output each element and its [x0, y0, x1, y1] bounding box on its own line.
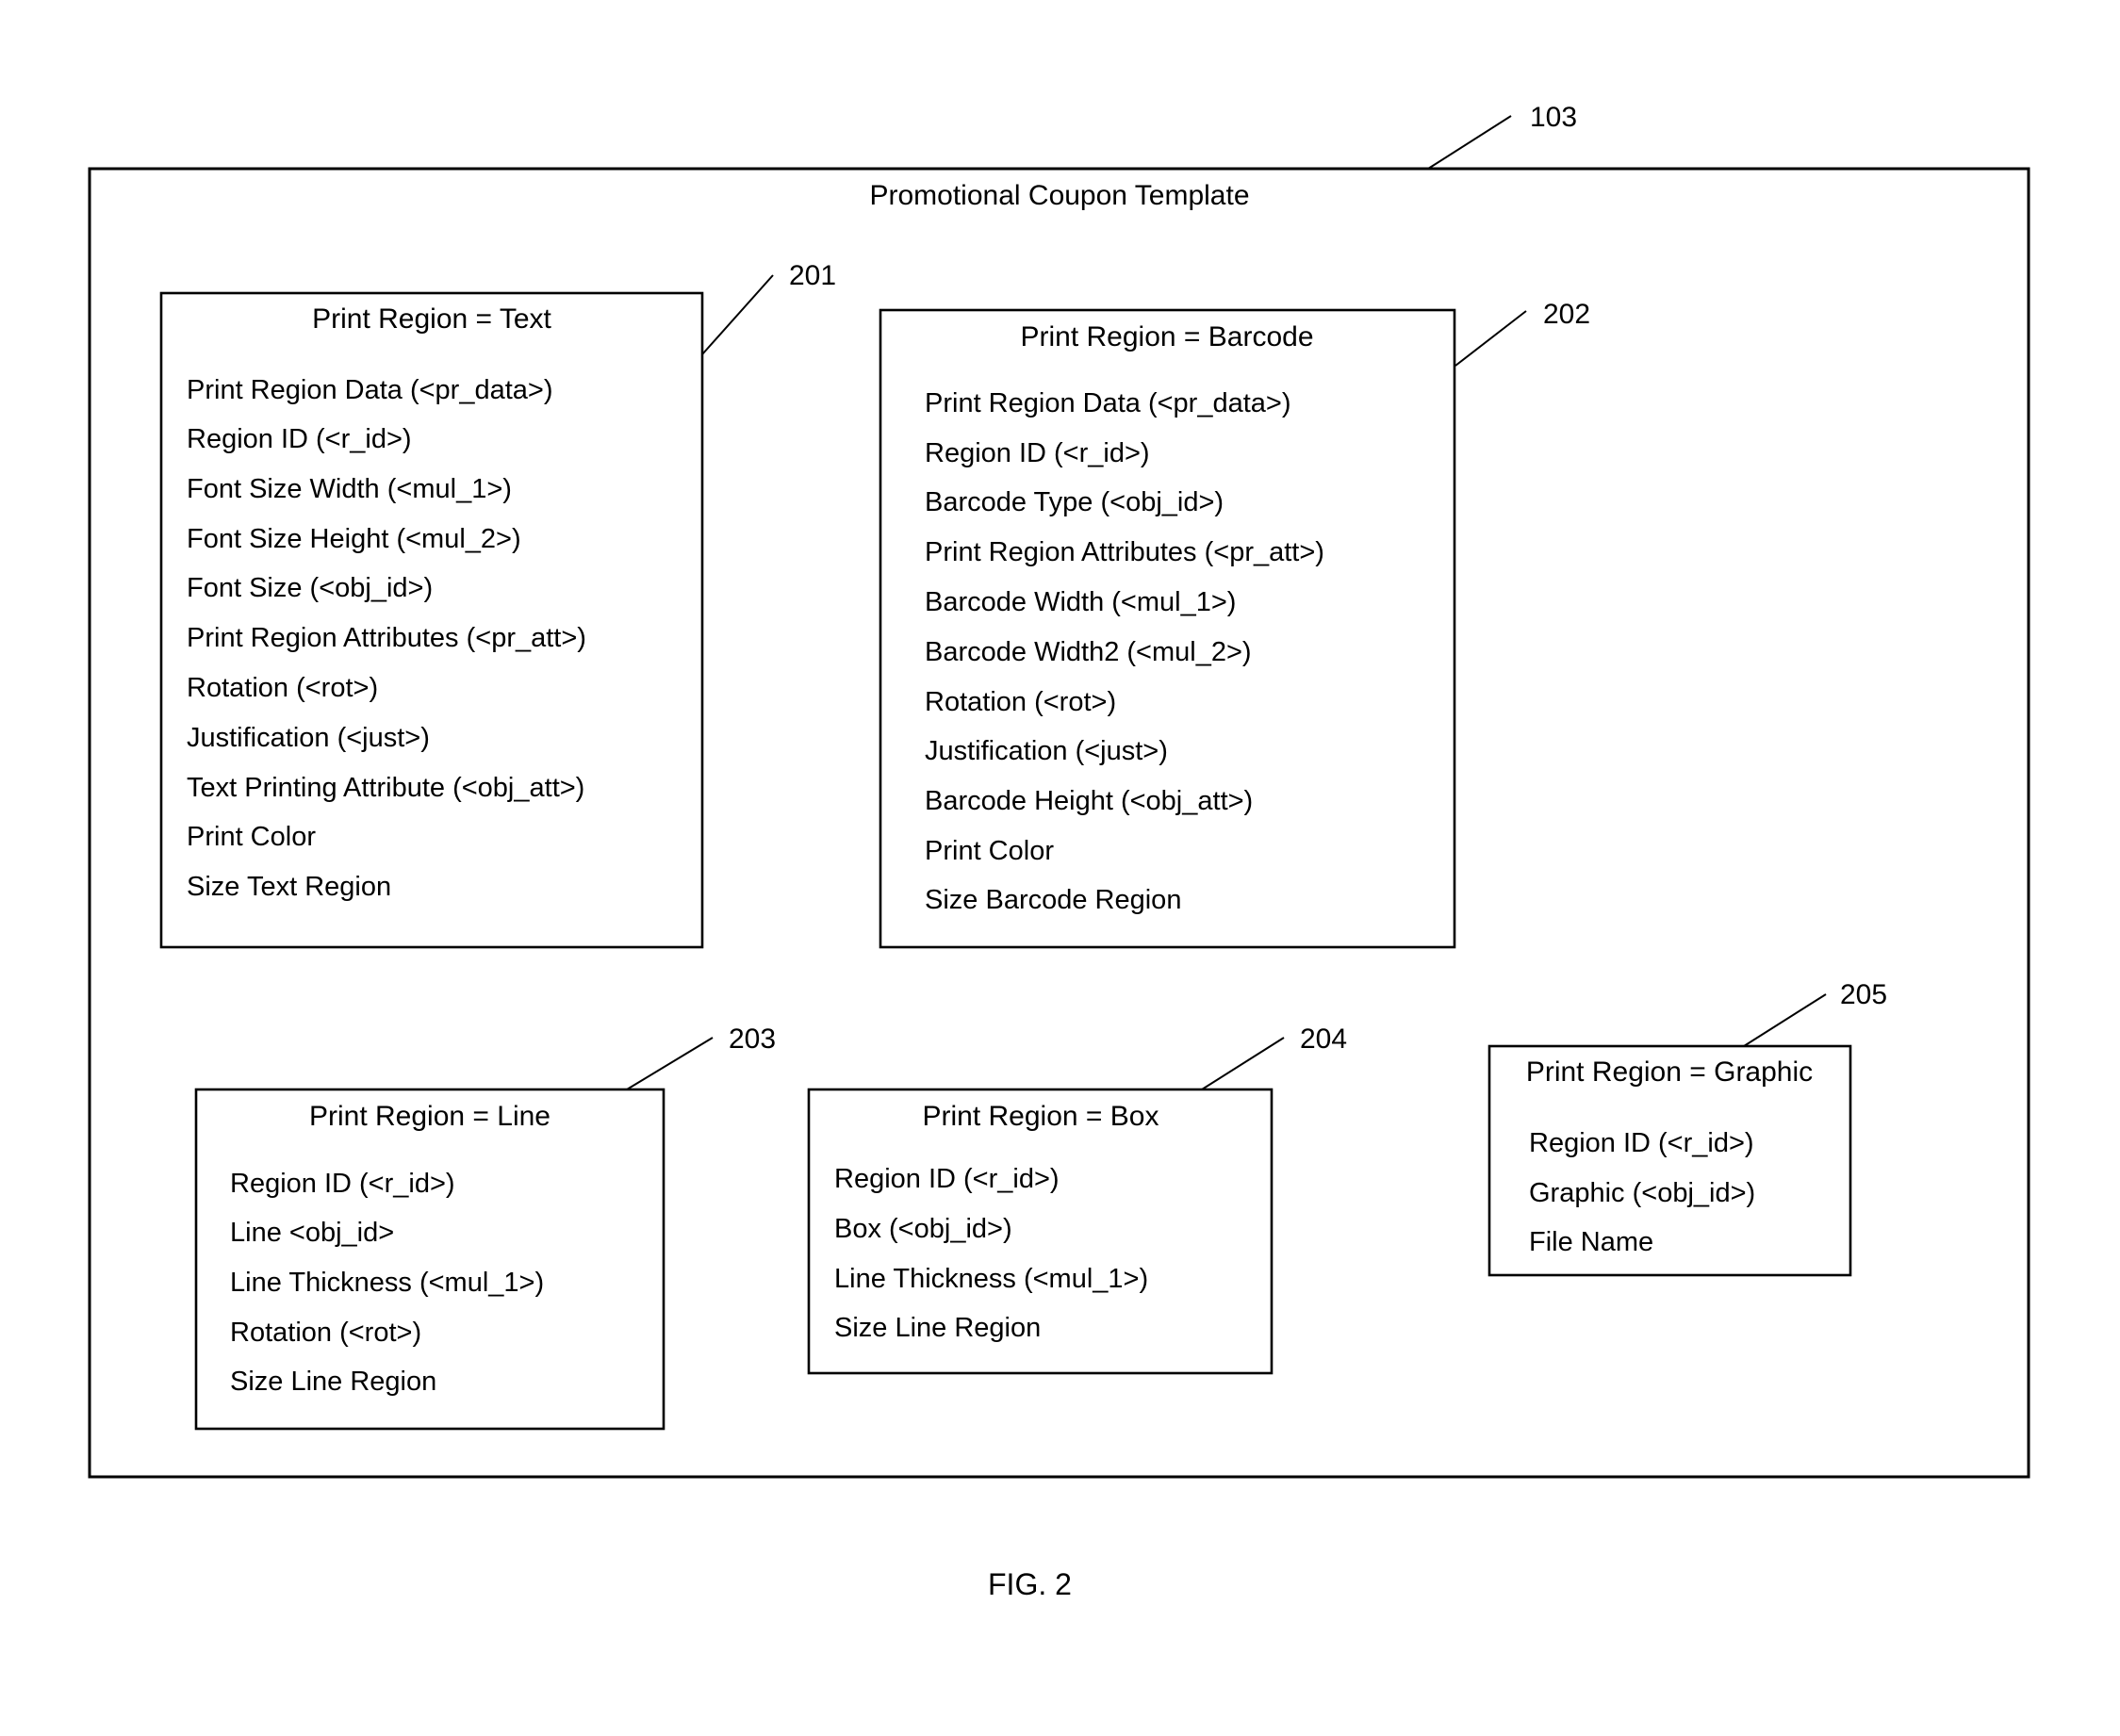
region-field: Font Size (<obj_id>)	[187, 573, 433, 603]
region-field: Region ID (<r_id>)	[1529, 1128, 1754, 1158]
coupon-template-title: Promotional Coupon Template	[869, 180, 1249, 211]
figure-caption: FIG. 2	[988, 1567, 1072, 1601]
region-field: Justification (<just>)	[187, 723, 430, 753]
region-field: Barcode Width2 (<mul_2>)	[925, 637, 1252, 667]
ref-label-103: 103	[1530, 102, 1577, 133]
region-field: Print Region Attributes (<pr_att>)	[187, 623, 586, 653]
region-field: Line <obj_id>	[230, 1218, 394, 1248]
leader-line-205	[1743, 993, 1827, 1047]
region-field: Rotation (<rot>)	[230, 1318, 421, 1348]
ref-label-203: 203	[729, 1024, 776, 1055]
region-field: Line Thickness (<mul_1>)	[230, 1268, 544, 1298]
region-field: Rotation (<rot>)	[187, 673, 378, 703]
region-field: Region ID (<r_id>)	[925, 438, 1150, 468]
region-field: Size Line Region	[834, 1313, 1041, 1343]
region-field: Print Region Attributes (<pr_att>)	[925, 537, 1324, 567]
leader-line-201	[701, 274, 774, 355]
leader-line-202	[1454, 310, 1527, 367]
leader-line-203	[626, 1037, 714, 1090]
print-region-box: 204 Print Region = Box Region ID (<r_id>…	[807, 1024, 1347, 1375]
ref-label-201: 201	[789, 260, 836, 291]
print-region-graphic: 205 Print Region = Graphic Region ID (<r…	[1487, 979, 1887, 1277]
print-region-line-title: Print Region = Line	[309, 1101, 551, 1132]
region-field: Region ID (<r_id>)	[834, 1164, 1060, 1194]
region-field: Justification (<just>)	[925, 736, 1168, 766]
region-field: Font Size Width (<mul_1>)	[187, 474, 512, 504]
leader-line-204	[1201, 1037, 1285, 1090]
patent-figure: 103 Promotional Coupon Template 201 Prin…	[88, 102, 2030, 1601]
print-region-barcode: 202 Print Region = Barcode Print Region …	[879, 299, 1590, 949]
region-field: Print Color	[187, 822, 316, 852]
region-field: Box (<obj_id>)	[834, 1214, 1012, 1244]
region-field: Barcode Height (<obj_att>)	[925, 786, 1253, 816]
region-field: Region ID (<r_id>)	[187, 424, 412, 454]
region-field: Graphic (<obj_id>)	[1529, 1178, 1755, 1208]
region-field: Barcode Width (<mul_1>)	[925, 587, 1236, 617]
region-field: Rotation (<rot>)	[925, 687, 1116, 717]
region-field: Print Region Data (<pr_data>)	[187, 375, 553, 405]
region-field: Barcode Type (<obj_id>)	[925, 487, 1224, 517]
print-region-box-title: Print Region = Box	[923, 1101, 1159, 1132]
ref-label-204: 204	[1300, 1024, 1347, 1055]
ref-label-202: 202	[1543, 299, 1590, 330]
region-field: Size Text Region	[187, 872, 391, 902]
print-region-text-title: Print Region = Text	[312, 303, 551, 335]
region-field: Font Size Height (<mul_2>)	[187, 524, 521, 554]
region-field: File Name	[1529, 1227, 1653, 1257]
region-field: Print Region Data (<pr_data>)	[925, 388, 1291, 418]
region-field: Line Thickness (<mul_1>)	[834, 1264, 1148, 1294]
region-field: Size Barcode Region	[925, 885, 1181, 915]
print-region-graphic-title: Print Region = Graphic	[1526, 1056, 1813, 1088]
region-field: Size Line Region	[230, 1367, 436, 1397]
print-region-barcode-title: Print Region = Barcode	[1020, 321, 1313, 352]
print-region-text: 201 Print Region = Text Print Region Dat…	[159, 260, 836, 949]
region-field: Print Color	[925, 836, 1054, 866]
print-region-line: 203 Print Region = Line Region ID (<r_id…	[194, 1024, 776, 1431]
ref-label-205: 205	[1840, 979, 1887, 1010]
region-field: Region ID (<r_id>)	[230, 1169, 455, 1199]
leader-line-103	[1427, 115, 1512, 170]
region-field: Text Printing Attribute (<obj_att>)	[187, 773, 584, 803]
